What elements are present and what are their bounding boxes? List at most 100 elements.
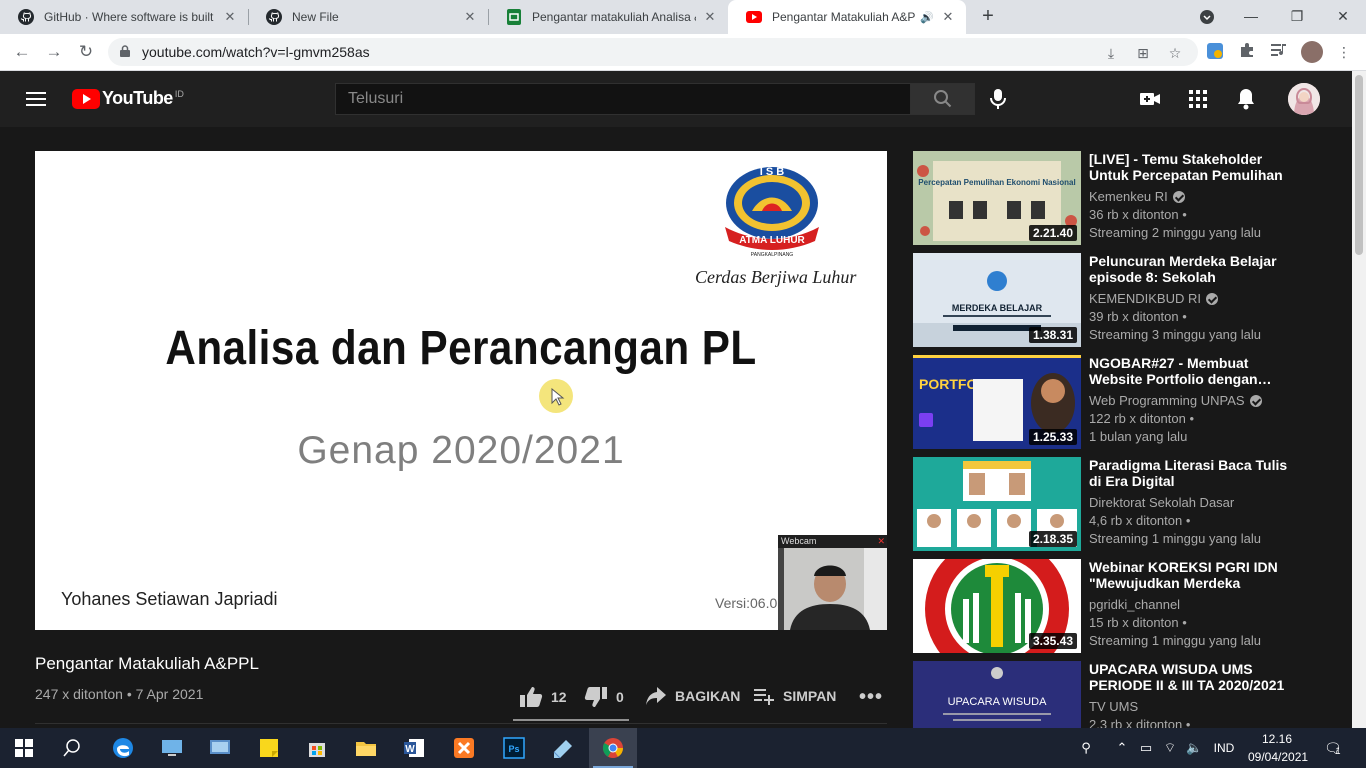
address-bar[interactable]: youtube.com/watch?v=l-gmvm258as ⤓ ⊞ ☆ — [108, 38, 1198, 66]
video-title[interactable]: Peluncuran Merdeka Belajar episode 8: Se… — [1089, 253, 1299, 285]
video-thumbnail[interactable]: 3.35.43 — [913, 559, 1081, 653]
svg-text:W: W — [405, 744, 415, 755]
tab-search-button[interactable] — [1184, 0, 1230, 34]
user-avatar[interactable] — [1288, 83, 1320, 115]
more-actions-icon[interactable]: ••• — [859, 686, 883, 709]
restore-button[interactable]: ❐ — [1274, 0, 1320, 34]
recommendation-item[interactable]: 3.35.43 Webinar KOREKSI PGRI IDN "Mewuju… — [913, 559, 1343, 653]
close-icon[interactable]: ✕ — [702, 9, 718, 25]
file-explorer-icon[interactable] — [342, 728, 390, 768]
slides-icon — [506, 9, 522, 25]
search-icon[interactable] — [48, 728, 96, 768]
speaker-icon[interactable]: 🔊 — [920, 11, 934, 24]
youtube-play-icon — [72, 88, 100, 109]
close-icon[interactable]: ✕ — [222, 9, 238, 25]
page-scrollbar[interactable] — [1352, 71, 1366, 728]
extension-icon[interactable] — [1205, 42, 1225, 62]
slide-version: Versi:06.0 — [715, 595, 778, 611]
network-icon[interactable]: ⌔ — [1162, 740, 1178, 756]
sticky-notes-icon[interactable] — [245, 728, 293, 768]
clock-time[interactable]: 12.16 — [1248, 732, 1306, 746]
search-input[interactable] — [336, 84, 910, 114]
battery-icon[interactable]: ▭ — [1138, 740, 1154, 756]
video-thumbnail[interactable]: MERDEKA BELAJAR 1.38.31 — [913, 253, 1081, 347]
view-count: 36 rb x ditonton • — [1089, 207, 1187, 222]
channel-name[interactable]: Direktorat Sekolah Dasar — [1089, 495, 1234, 510]
back-button[interactable]: ← — [10, 40, 34, 64]
chrome-icon[interactable] — [589, 728, 637, 768]
control-panel-icon[interactable] — [196, 728, 244, 768]
tab-title: Pengantar matakuliah Analisa & — [532, 10, 696, 24]
video-title[interactable]: Paradigma Literasi Baca Tulis di Era Dig… — [1089, 457, 1299, 489]
tab-github[interactable]: GitHub · Where software is built ✕ — [0, 0, 248, 34]
volume-icon[interactable]: 🔈 — [1186, 740, 1202, 756]
puzzle-icon[interactable] — [1237, 42, 1257, 62]
menu-icon[interactable]: ⋮ — [1334, 42, 1354, 62]
channel-name[interactable]: Kemenkeu RI — [1089, 189, 1185, 204]
new-tab-button[interactable]: + — [976, 5, 1000, 29]
video-title[interactable]: NGOBAR#27 - Membuat Website Portfolio de… — [1089, 355, 1299, 387]
media-control-icon[interactable] — [1269, 42, 1289, 62]
divider — [35, 723, 887, 724]
create-video-icon[interactable] — [1138, 87, 1162, 111]
language-indicator[interactable]: IND — [1208, 741, 1240, 755]
video-title[interactable]: UPACARA WISUDA UMS PERIODE II & III TA 2… — [1089, 661, 1299, 693]
remote-desktop-icon[interactable] — [148, 728, 196, 768]
reload-button[interactable]: ↻ — [74, 40, 98, 64]
recommendation-item[interactable]: Percepatan Pemulihan Ekonomi Nasional 2.… — [913, 151, 1343, 245]
store-icon[interactable] — [293, 728, 341, 768]
xampp-icon[interactable] — [440, 728, 488, 768]
tab-slides[interactable]: Pengantar matakuliah Analisa & ✕ — [488, 0, 728, 34]
notification-bell-icon[interactable] — [1234, 87, 1258, 111]
notification-count: 1 — [1335, 746, 1341, 756]
notepad-icon[interactable] — [539, 728, 587, 768]
video-thumbnail[interactable]: 2.18.35 — [913, 457, 1081, 551]
hamburger-menu-icon[interactable] — [26, 92, 46, 106]
clock-date[interactable]: 09/04/2021 — [1248, 750, 1308, 764]
recommendation-item[interactable]: MERDEKA BELAJAR 1.38.31 Peluncuran Merde… — [913, 253, 1343, 347]
channel-name[interactable]: KEMENDIKBUD RI — [1089, 291, 1218, 306]
windows-start-icon[interactable] — [0, 728, 48, 768]
forward-button[interactable]: → — [42, 40, 66, 64]
share-button[interactable]: BAGIKAN — [645, 686, 740, 706]
channel-name[interactable]: Web Programming UNPAS — [1089, 393, 1262, 408]
edge-icon[interactable] — [99, 728, 147, 768]
youtube-logo[interactable]: YouTube ID — [72, 88, 184, 109]
bookmark-star-icon[interactable]: ☆ — [1166, 44, 1184, 62]
close-icon[interactable]: ✕ — [462, 9, 478, 25]
recommendation-item[interactable]: 2.18.35 Paradigma Literasi Baca Tulis di… — [913, 457, 1343, 551]
close-window-button[interactable]: ✕ — [1320, 0, 1366, 34]
svg-text:UPACARA WISUDA: UPACARA WISUDA — [948, 696, 1047, 708]
save-button[interactable]: SIMPAN — [753, 686, 836, 706]
scrollbar-thumb[interactable] — [1355, 75, 1363, 255]
recommendation-item[interactable]: PORTFOLIO 1.25.33 NGOBAR#27 - Membuat We… — [913, 355, 1343, 449]
close-icon[interactable]: ✕ — [940, 9, 956, 25]
browser-tab-strip: GitHub · Where software is built ✕ New F… — [0, 0, 1366, 34]
youtube-icon — [746, 9, 762, 25]
word-icon[interactable]: W — [390, 728, 438, 768]
install-icon[interactable]: ⤓ — [1102, 44, 1120, 62]
apps-grid-icon[interactable] — [1186, 87, 1210, 111]
thumbs-down-icon — [584, 687, 607, 707]
view-count: 15 rb x ditonton • — [1089, 615, 1187, 630]
video-thumbnail[interactable]: PORTFOLIO 1.25.33 — [913, 355, 1081, 449]
tab-youtube[interactable]: Pengantar Matakuliah A&PPL 🔊 ✕ — [728, 0, 966, 34]
chevron-up-icon[interactable]: ⌃ — [1114, 740, 1130, 756]
like-button[interactable]: 12 — [519, 686, 567, 708]
profile-avatar[interactable] — [1301, 41, 1323, 63]
search-button[interactable] — [910, 83, 975, 115]
search-box — [335, 83, 911, 115]
translate-icon[interactable]: ⊞ — [1134, 44, 1152, 62]
channel-name[interactable]: pgridki_channel — [1089, 597, 1180, 612]
dislike-button[interactable]: 0 — [584, 686, 624, 708]
people-icon[interactable]: ⚲ — [1078, 740, 1094, 756]
microphone-icon[interactable] — [988, 88, 1008, 110]
video-title[interactable]: Webinar KOREKSI PGRI IDN "Mewujudkan Mer… — [1089, 559, 1299, 591]
photoshop-icon[interactable]: Ps — [490, 728, 538, 768]
channel-name[interactable]: TV UMS — [1089, 699, 1138, 714]
video-player[interactable]: I S B ATMA LUHUR PANGKALPINANG Cerdas Be… — [35, 151, 887, 630]
tab-new-file[interactable]: New File ✕ — [248, 0, 488, 34]
video-thumbnail[interactable]: Percepatan Pemulihan Ekonomi Nasional 2.… — [913, 151, 1081, 245]
minimize-button[interactable]: — — [1228, 0, 1274, 34]
video-title[interactable]: [LIVE] - Temu Stakeholder Untuk Percepat… — [1089, 151, 1299, 183]
